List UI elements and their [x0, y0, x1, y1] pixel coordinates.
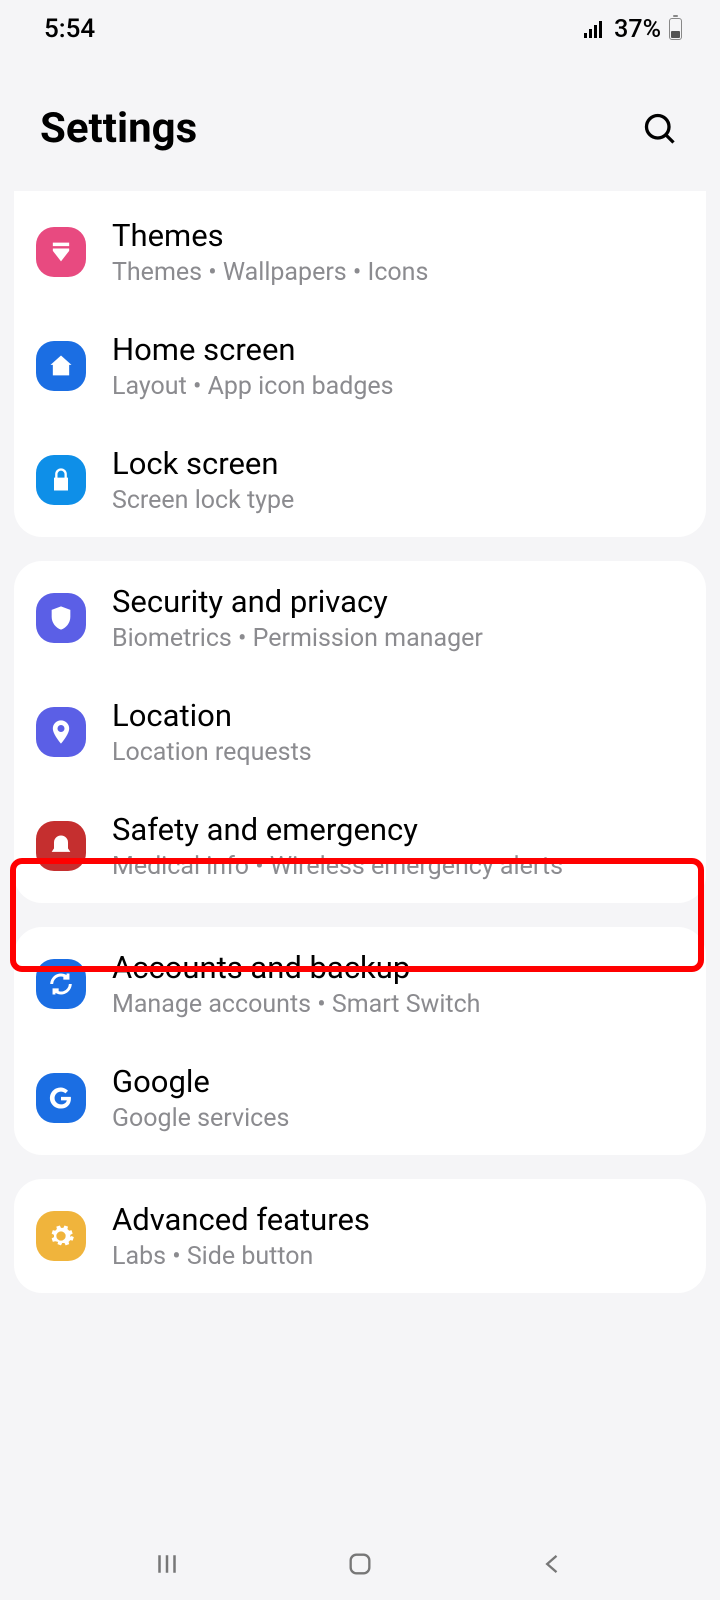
status-bar: 5:54 37%	[0, 0, 720, 52]
page-title: Settings	[40, 104, 197, 153]
gear-icon	[36, 1211, 86, 1261]
home-nav-icon	[346, 1550, 374, 1578]
search-button[interactable]	[640, 109, 680, 149]
recents-button[interactable]	[147, 1544, 187, 1584]
item-subtitle: Manage accounts • Smart Switch	[112, 990, 480, 1019]
item-subtitle: Labs • Side button	[112, 1242, 370, 1271]
shield-icon	[36, 593, 86, 643]
status-right: 37%	[584, 15, 682, 44]
item-accounts-backup[interactable]: Accounts and backup Manage accounts • Sm…	[14, 927, 706, 1041]
item-security-privacy[interactable]: Security and privacy Biometrics • Permis…	[14, 561, 706, 675]
back-button[interactable]	[533, 1544, 573, 1584]
item-subtitle: Themes • Wallpapers • Icons	[112, 258, 428, 287]
status-time: 5:54	[44, 14, 95, 44]
item-subtitle: Screen lock type	[112, 486, 294, 515]
settings-group: Themes Themes • Wallpapers • Icons Home …	[14, 191, 706, 537]
item-title: Safety and emergency	[112, 811, 563, 848]
battery-icon	[669, 18, 682, 40]
item-title: Advanced features	[112, 1201, 370, 1238]
item-lock-screen[interactable]: Lock screen Screen lock type	[14, 423, 706, 537]
item-title: Location	[112, 697, 312, 734]
item-subtitle: Biometrics • Permission manager	[112, 624, 483, 653]
header: Settings	[0, 52, 720, 191]
item-subtitle: Medical info • Wireless emergency alerts	[112, 852, 563, 881]
home-button[interactable]	[340, 1544, 380, 1584]
themes-icon	[36, 227, 86, 277]
item-title: Themes	[112, 217, 428, 254]
settings-group: Accounts and backup Manage accounts • Sm…	[14, 927, 706, 1155]
search-icon	[642, 111, 678, 147]
sync-icon	[36, 959, 86, 1009]
alert-icon	[36, 821, 86, 871]
google-icon	[36, 1073, 86, 1123]
item-title: Lock screen	[112, 445, 294, 482]
battery-percent: 37%	[614, 15, 661, 44]
item-title: Home screen	[112, 331, 394, 368]
item-subtitle: Location requests	[112, 738, 312, 767]
recents-icon	[152, 1549, 182, 1579]
item-title: Security and privacy	[112, 583, 483, 620]
back-icon	[539, 1550, 567, 1578]
signal-icon	[584, 20, 606, 38]
home-icon	[36, 341, 86, 391]
lock-icon	[36, 455, 86, 505]
item-title: Google	[112, 1063, 289, 1100]
navigation-bar	[0, 1528, 720, 1600]
item-subtitle: Layout • App icon badges	[112, 372, 394, 401]
item-google[interactable]: Google Google services	[14, 1041, 706, 1155]
pin-icon	[36, 707, 86, 757]
settings-group: Security and privacy Biometrics • Permis…	[14, 561, 706, 903]
item-title: Accounts and backup	[112, 949, 480, 986]
item-themes[interactable]: Themes Themes • Wallpapers • Icons	[14, 195, 706, 309]
item-location[interactable]: Location Location requests	[14, 675, 706, 789]
item-subtitle: Google services	[112, 1104, 289, 1133]
item-home-screen[interactable]: Home screen Layout • App icon badges	[14, 309, 706, 423]
item-advanced-features[interactable]: Advanced features Labs • Side button	[14, 1179, 706, 1293]
item-safety-emergency[interactable]: Safety and emergency Medical info • Wire…	[14, 789, 706, 903]
settings-group: Advanced features Labs • Side button	[14, 1179, 706, 1293]
